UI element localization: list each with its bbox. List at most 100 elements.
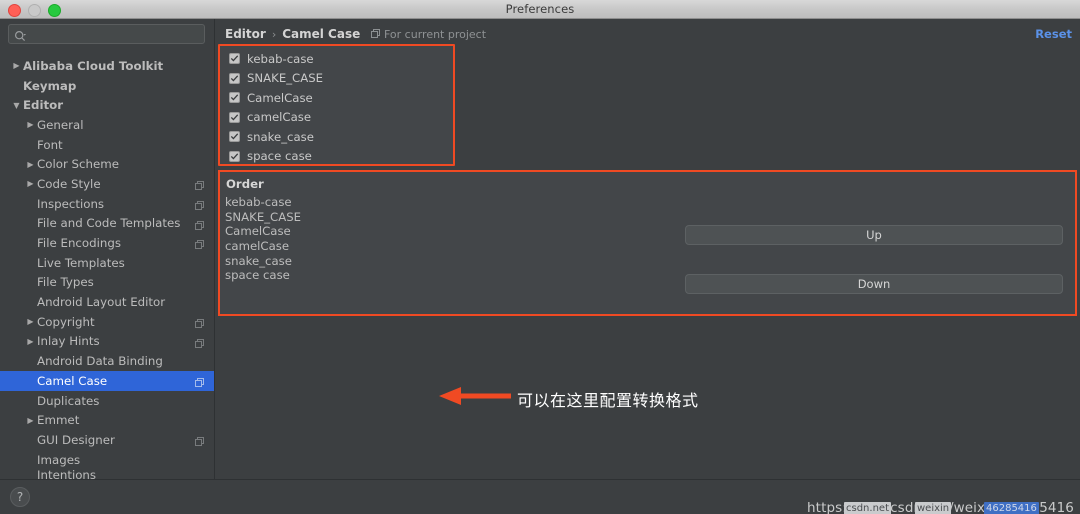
checkbox-checked-icon[interactable]	[229, 111, 240, 123]
order-group: Order kebab-case SNAKE_CASE CamelCase ca…	[218, 170, 1077, 316]
tree-item-label: Alibaba Cloud Toolkit	[23, 58, 164, 73]
project-scope-icon	[371, 28, 380, 41]
tree-item-label: Inspections	[37, 196, 105, 211]
tree-item-label: Copyright	[37, 314, 95, 329]
watermark-overlay-id: 46285416	[984, 502, 1039, 514]
sidebar-item-editor[interactable]: ▼ Editor	[0, 95, 214, 115]
order-list[interactable]: kebab-case SNAKE_CASE CamelCase camelCas…	[225, 195, 665, 283]
tree-item-label: Emmet	[37, 413, 80, 428]
search-field[interactable]	[8, 24, 205, 44]
checkbox-row-space-case[interactable]: space case	[220, 147, 453, 167]
move-up-button[interactable]: Up	[685, 225, 1063, 245]
sidebar-item-file-types[interactable]: File Types	[0, 273, 214, 293]
tree-item-label: General	[37, 117, 84, 132]
sidebar-item-general[interactable]: ▶ General	[0, 115, 214, 135]
for-current-project-label: For current project	[371, 28, 486, 41]
annotation-text: 可以在这里配置转换格式	[517, 391, 699, 410]
sidebar-item-font[interactable]: Font	[0, 135, 214, 155]
checkbox-row-camelcase-lower[interactable]: camelCase	[220, 108, 453, 128]
order-list-item[interactable]: camelCase	[225, 239, 665, 254]
order-list-item[interactable]: SNAKE_CASE	[225, 210, 665, 225]
sidebar-item-keymap[interactable]: Keymap	[0, 76, 214, 96]
checkbox-checked-icon[interactable]	[229, 72, 240, 84]
tree-item-label: Editor	[23, 98, 64, 113]
project-scope-icon	[195, 179, 204, 191]
checkbox-label: snake_case	[247, 129, 314, 144]
chevron-right-icon[interactable]: ▶	[24, 337, 37, 346]
move-down-button[interactable]: Down	[685, 274, 1063, 294]
checkbox-row-kebab-case[interactable]: kebab-case	[220, 49, 453, 69]
sidebar-item-android-data-binding[interactable]: Android Data Binding	[0, 351, 214, 371]
order-list-item[interactable]: kebab-case	[225, 195, 665, 210]
order-list-item[interactable]: snake_case	[225, 254, 665, 269]
project-scope-icon	[195, 435, 204, 447]
sidebar-item-alibaba-cloud-toolkit[interactable]: ▶ Alibaba Cloud Toolkit	[0, 56, 214, 76]
sidebar-item-inspections[interactable]: Inspections	[0, 194, 214, 214]
checkbox-label: space case	[247, 149, 312, 164]
breadcrumb-separator-icon: ›	[271, 27, 277, 41]
window-title: Preferences	[505, 2, 575, 16]
tree-item-label: Inlay Hints	[37, 334, 100, 349]
checkbox-checked-icon[interactable]	[229, 150, 240, 162]
tree-row-partial[interactable]	[0, 47, 214, 56]
checkbox-label: CamelCase	[247, 90, 313, 105]
settings-detail-pane: Editor › Camel Case For current project …	[215, 19, 1080, 479]
checkbox-row-camelcase-upper[interactable]: CamelCase	[220, 88, 453, 108]
chevron-right-icon[interactable]: ▶	[24, 120, 37, 129]
chevron-right-icon[interactable]: ▶	[24, 160, 37, 169]
chevron-right-icon[interactable]: ▶	[24, 416, 37, 425]
sidebar-item-inlay-hints[interactable]: ▶ Inlay Hints	[0, 332, 214, 352]
chevron-right-icon[interactable]: ▶	[10, 61, 23, 70]
sidebar-item-gui-designer[interactable]: GUI Designer	[0, 430, 214, 450]
sidebar-item-emmet[interactable]: ▶ Emmet	[0, 410, 214, 430]
sidebar-item-intentions[interactable]: Intentions	[0, 469, 214, 479]
sidebar-item-android-layout-editor[interactable]: Android Layout Editor	[0, 292, 214, 312]
tree-item-label: Live Templates	[37, 255, 125, 270]
checkbox-label: SNAKE_CASE	[247, 71, 324, 86]
sidebar-item-images[interactable]: Images	[0, 450, 214, 470]
checkbox-checked-icon[interactable]	[229, 53, 240, 65]
tree-item-label: File Encodings	[37, 236, 122, 251]
sidebar-item-code-style[interactable]: ▶ Code Style	[0, 174, 214, 194]
sidebar-item-live-templates[interactable]: Live Templates	[0, 253, 214, 273]
order-list-item[interactable]: space case	[225, 268, 665, 283]
watermark-overlay-weixin: weixin	[915, 502, 952, 514]
tree-item-label: Android Layout Editor	[37, 295, 166, 310]
help-button[interactable]: ?	[10, 487, 30, 507]
search-input[interactable]	[33, 26, 205, 44]
sidebar-item-copyright[interactable]: ▶ Copyright	[0, 312, 214, 332]
sidebar-item-color-scheme[interactable]: ▶ Color Scheme	[0, 154, 214, 174]
project-scope-icon	[195, 376, 204, 387]
chevron-right-icon[interactable]: ▶	[24, 179, 37, 188]
checkbox-row-snake-case-lower[interactable]: snake_case	[220, 127, 453, 147]
tree-item-label: Duplicates	[37, 393, 100, 408]
project-scope-icon	[195, 238, 204, 250]
chevron-down-icon[interactable]: ▼	[10, 101, 23, 110]
sidebar-item-camel-case[interactable]: Camel Case	[0, 371, 214, 391]
sidebar-item-file-and-code-templates[interactable]: File and Code Templates	[0, 214, 214, 234]
chevron-right-icon[interactable]: ▶	[24, 317, 37, 326]
tree-item-label: Android Data Binding	[37, 354, 163, 369]
checkbox-checked-icon[interactable]	[229, 131, 240, 143]
tree-item-label: File and Code Templates	[37, 216, 181, 231]
for-current-project-text: For current project	[384, 28, 487, 41]
tree-item-label: File Types	[37, 275, 94, 290]
settings-tree[interactable]: ▶ Alibaba Cloud Toolkit Keymap ▼ Editor …	[0, 47, 214, 479]
checkbox-label: kebab-case	[247, 51, 314, 66]
preferences-window: Preferences ▶ Alibaba Cloud Toolkit Keym…	[0, 0, 1080, 514]
breadcrumb-current: Camel Case	[282, 27, 361, 41]
checkbox-row-snake-case-upper[interactable]: SNAKE_CASE	[220, 69, 453, 89]
sidebar-item-file-encodings[interactable]: File Encodings	[0, 233, 214, 253]
sidebar-item-duplicates[interactable]: Duplicates	[0, 391, 214, 411]
breadcrumb-parent[interactable]: Editor	[225, 27, 266, 41]
order-title: Order	[226, 177, 264, 191]
order-list-item[interactable]: CamelCase	[225, 224, 665, 239]
checkbox-checked-icon[interactable]	[229, 92, 240, 104]
settings-sidebar: ▶ Alibaba Cloud Toolkit Keymap ▼ Editor …	[0, 19, 215, 479]
dialog-content: ▶ Alibaba Cloud Toolkit Keymap ▼ Editor …	[0, 19, 1080, 514]
tree-item-label: Intentions	[37, 469, 97, 479]
case-options-group: kebab-case SNAKE_CASE CamelCase camelCas…	[218, 44, 455, 166]
reset-link[interactable]: Reset	[1035, 27, 1072, 41]
breadcrumb: Editor › Camel Case	[225, 27, 360, 41]
project-scope-icon	[195, 337, 204, 348]
